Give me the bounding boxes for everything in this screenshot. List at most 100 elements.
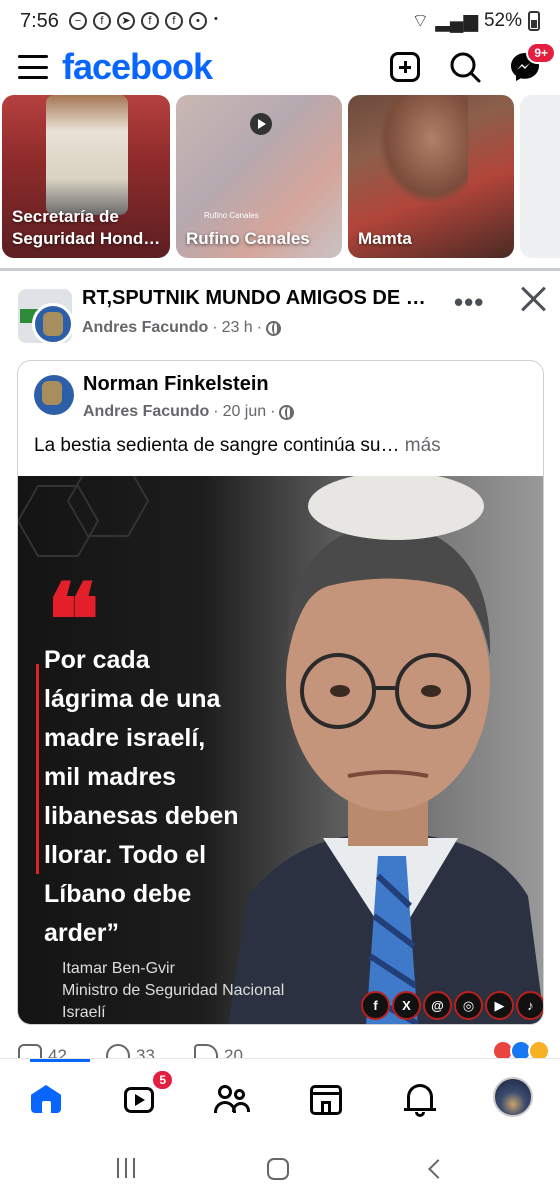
meta-separator: · [270, 403, 276, 420]
app-header: facebook 9+ [0, 42, 560, 92]
app-notif-icon: • [188, 12, 207, 30]
story-label: Secretaría de Seguridad Hond… [12, 207, 161, 248]
system-navigation-bar [0, 1140, 560, 1200]
messenger-badge: 9+ [526, 42, 556, 64]
close-icon[interactable] [520, 285, 548, 313]
story-thumbnail [46, 95, 128, 215]
stories-row: Secretaría de Seguridad Hond… Rufino Can… [0, 95, 560, 260]
play-icon [250, 113, 272, 135]
shared-post-header: Norman Finkelstein Andres Facundo · 20 j… [18, 361, 543, 421]
header-actions: 9+ [388, 42, 556, 84]
friends-icon-body-2 [232, 1102, 250, 1112]
shared-post-text: La bestia sedienta de sangre continúa su… [34, 435, 441, 457]
more-options-icon[interactable]: ••• [454, 287, 484, 318]
quote-text: Por cada lágrima de una madre israelí, m… [44, 646, 239, 947]
quote-author-country: Israelí [62, 1004, 106, 1021]
tab-profile-avatar[interactable] [493, 1077, 533, 1117]
friends-icon [218, 1085, 232, 1099]
shared-author-name[interactable]: Norman Finkelstein [83, 373, 269, 396]
haha-emoji-icon [528, 1040, 550, 1060]
author-avatar[interactable] [32, 303, 74, 345]
bottom-tab-bar: 5 [0, 1058, 560, 1138]
facebook-icon: f [361, 991, 390, 1020]
story-card[interactable]: Secretaría de Seguridad Hond… [2, 95, 170, 258]
story-card-partial[interactable] [520, 95, 560, 258]
plus-icon [390, 52, 420, 82]
story-label: Rufino Canales [186, 229, 310, 248]
post-meta: Andres Facundo · 23 h · [82, 319, 282, 337]
home-icon-door [42, 1101, 51, 1114]
menu-icon[interactable] [18, 55, 48, 79]
tab-home[interactable] [29, 1081, 65, 1117]
bell-icon-clapper [415, 1112, 425, 1117]
notification-icons: − f ➤ f f • • [68, 12, 219, 30]
quote-accent-line [36, 664, 39, 874]
group-name[interactable]: RT,SPUTNIK MUNDO AMIGOS DE … [82, 287, 426, 310]
recent-apps-button[interactable] [112, 1158, 140, 1182]
post-author[interactable]: Andres Facundo [82, 319, 208, 337]
quote-author-title: Ministro de Seguridad Nacional [62, 982, 285, 999]
status-bar: 7:56 − f ➤ f f • • ⌔ ▂▄▆ 52% [0, 0, 560, 42]
tiktok-icon: ♪ [516, 991, 543, 1020]
youtube-icon: ▶ [485, 991, 514, 1020]
quote-image[interactable]: ❝ Por cada lágrima de una madre israelí,… [18, 476, 543, 1024]
facebook-notif-icon-2: f [140, 12, 159, 30]
bell-icon [407, 1084, 433, 1110]
reaction-emojis[interactable] [492, 1040, 550, 1060]
meta-separator: · [213, 403, 219, 420]
more-notif-dot: • [214, 13, 218, 25]
social-icons: f X @ ◎ ▶ ♪ [361, 991, 543, 1020]
story-card[interactable]: Rufino Canales Rufino Canales [176, 95, 342, 258]
search-button[interactable] [448, 50, 482, 84]
story-label: Mamta [358, 229, 412, 248]
quote-attribution: Itamar Ben-Gvir Ministro de Seguridad Na… [62, 958, 284, 1024]
shared-text-body: La bestia sedienta de sangre continúa su… [34, 435, 400, 456]
telegram-notif-icon: ➤ [116, 12, 135, 30]
marketplace-icon-awning [310, 1085, 342, 1095]
reactions-bar: 42 33 20 [0, 1038, 560, 1060]
feed-divider [0, 268, 560, 271]
friends-icon-head-2 [234, 1089, 245, 1100]
tab-friends[interactable] [214, 1081, 250, 1117]
shared-author-avatar[interactable] [34, 375, 74, 415]
shared-poster[interactable]: Andres Facundo [83, 403, 209, 421]
system-indicators: ⌔ ▂▄▆ 52% [411, 9, 540, 33]
video-icon-play [135, 1094, 145, 1106]
story-thumbnail [378, 95, 468, 205]
globe-icon [266, 320, 282, 336]
meta-separator: · [256, 319, 263, 336]
home-button[interactable] [267, 1158, 295, 1182]
globe-icon [279, 404, 295, 420]
tab-notifications[interactable] [402, 1081, 438, 1117]
facebook-notif-icon: f [92, 12, 111, 30]
post-time[interactable]: 23 h [222, 319, 253, 337]
battery-icon [528, 11, 540, 31]
shared-post-meta: Andres Facundo · 20 jun · [83, 403, 295, 421]
story-watermark: Rufino Canales [204, 211, 259, 220]
tab-video[interactable]: 5 [122, 1069, 174, 1117]
quote-author-name: Itamar Ben-Gvir [62, 960, 175, 977]
battery-percent: 52% [483, 10, 522, 31]
create-button[interactable] [388, 50, 422, 84]
meta-separator: · [212, 319, 218, 336]
tab-marketplace[interactable] [308, 1081, 344, 1117]
post-header: RT,SPUTNIK MUNDO AMIGOS DE … Andres Facu… [18, 285, 548, 345]
instagram-icon: ◎ [454, 991, 483, 1020]
status-time: 7:56 [20, 9, 59, 32]
video-badge: 5 [151, 1069, 174, 1091]
shared-post-card[interactable]: Norman Finkelstein Andres Facundo · 20 j… [17, 360, 544, 1025]
active-tab-indicator [30, 1059, 90, 1062]
facebook-notif-icon-3: f [164, 12, 183, 30]
story-card[interactable]: Mamta [348, 95, 514, 258]
bell-icon-base [404, 1108, 436, 1111]
search-icon [450, 52, 481, 83]
see-more-link[interactable]: más [405, 435, 441, 456]
x-icon: X [392, 991, 421, 1020]
signal-icon: ▂▄▆ [435, 10, 478, 32]
facebook-logo[interactable]: facebook [62, 46, 213, 88]
back-button[interactable] [425, 1158, 453, 1182]
messenger-button[interactable]: 9+ [508, 42, 556, 84]
threads-icon: @ [423, 991, 452, 1020]
marketplace-icon-door [321, 1101, 331, 1115]
shared-date[interactable]: 20 jun [223, 403, 267, 421]
